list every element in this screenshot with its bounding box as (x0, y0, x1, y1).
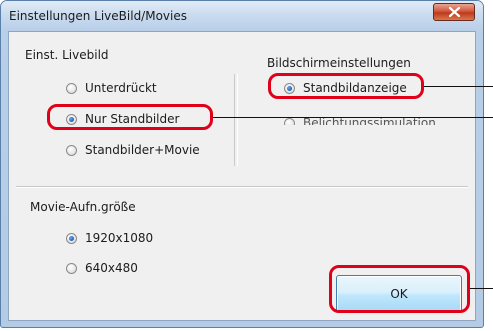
close-icon (449, 7, 460, 17)
highlight-nur-standbilder (47, 104, 213, 130)
window-title: Einstellungen LiveBild/Movies (9, 9, 187, 23)
radio-button[interactable] (284, 118, 295, 125)
screen-heading: Bildschirmeinstellungen (267, 56, 411, 70)
radio-button[interactable] (66, 233, 77, 244)
radio-label: Standbilder+Movie (85, 143, 200, 157)
movie-heading: Movie-Aufn.größe (30, 200, 136, 214)
callout-line-nur-standbilder (213, 117, 493, 118)
clipped-row-container: Belichtungssimulation (261, 114, 461, 125)
livebild-heading: Einst. Livebild (25, 48, 109, 62)
radio-label: Unterdrückt (85, 81, 157, 95)
vertical-separator (234, 74, 238, 166)
callout-line-standbildanzeige (424, 86, 493, 87)
close-button[interactable] (433, 3, 475, 21)
horizontal-separator (16, 186, 468, 188)
title-bar[interactable]: Einstellungen LiveBild/Movies (1, 1, 483, 31)
radio-button[interactable] (66, 83, 77, 94)
radio-button[interactable] (66, 145, 77, 156)
radio-button[interactable] (66, 263, 77, 274)
highlight-ok-button (329, 265, 470, 313)
radio-label: 1920x1080 (85, 231, 154, 245)
highlight-standbildanzeige (268, 73, 424, 99)
callout-line-ok (470, 288, 493, 289)
radio-label: 640x480 (85, 261, 138, 275)
